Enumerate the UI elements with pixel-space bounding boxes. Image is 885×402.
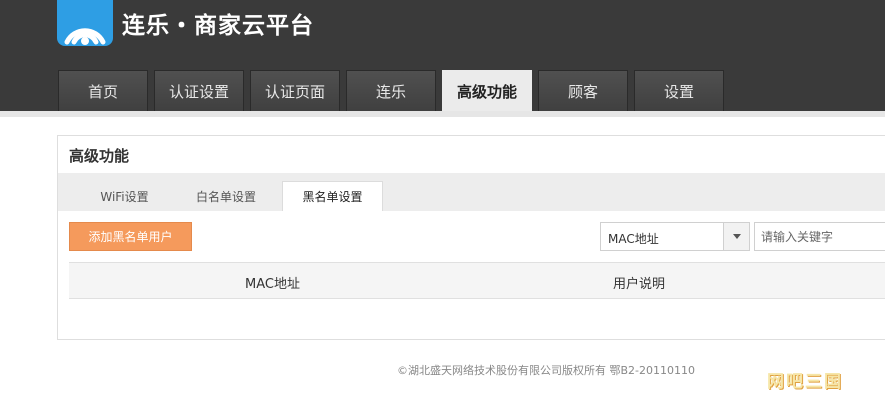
main-nav: 首页 认证设置 认证页面 连乐 高级功能 顾客 设置 bbox=[58, 70, 730, 111]
app-title: 连乐・商家云平台 bbox=[122, 13, 314, 39]
column-user-note: 用户说明 bbox=[613, 277, 666, 292]
nav-tab-lianle[interactable]: 连乐 bbox=[346, 70, 436, 111]
table-header: MAC地址 用户说明 bbox=[69, 262, 885, 299]
subtab-wifi[interactable]: WiFi设置 bbox=[76, 181, 173, 211]
column-mac-address: MAC地址 bbox=[245, 277, 300, 292]
caret-down-icon[interactable] bbox=[723, 223, 749, 250]
top-header: 连乐・商家云平台 首页 认证设置 认证页面 连乐 高级功能 顾客 设置 bbox=[0, 0, 885, 111]
nav-tab-customers[interactable]: 顾客 bbox=[538, 70, 628, 111]
panel-title: 高级功能 bbox=[69, 147, 130, 165]
subtab-bar: WiFi设置 白名单设置 黑名单设置 bbox=[58, 173, 885, 211]
subtab-blacklist[interactable]: 黑名单设置 bbox=[282, 181, 383, 211]
nav-tab-auth-page[interactable]: 认证页面 bbox=[250, 70, 340, 111]
filter-selected-value: MAC地址 bbox=[608, 232, 659, 246]
site-watermark: 网吧三国 bbox=[767, 372, 843, 392]
nav-tab-home[interactable]: 首页 bbox=[58, 70, 148, 111]
advanced-panel: 高级功能 WiFi设置 白名单设置 黑名单设置 添加黑名单用户 MAC地址 MA… bbox=[57, 135, 885, 340]
copyright-footer: ©湖北盛天网络技术股份有限公司版权所有 鄂B2-20110110 bbox=[397, 364, 695, 377]
nav-tab-advanced[interactable]: 高级功能 bbox=[442, 70, 532, 111]
add-blacklist-user-button[interactable]: 添加黑名单用户 bbox=[69, 222, 192, 251]
subtab-whitelist[interactable]: 白名单设置 bbox=[175, 181, 277, 211]
nav-tab-auth-settings[interactable]: 认证设置 bbox=[154, 70, 244, 111]
header-divider bbox=[0, 111, 885, 117]
filter-select[interactable]: MAC地址 bbox=[600, 222, 750, 251]
keyword-search-input[interactable] bbox=[754, 222, 885, 251]
wifi-logo-icon bbox=[57, 0, 113, 46]
nav-tab-settings[interactable]: 设置 bbox=[634, 70, 724, 111]
